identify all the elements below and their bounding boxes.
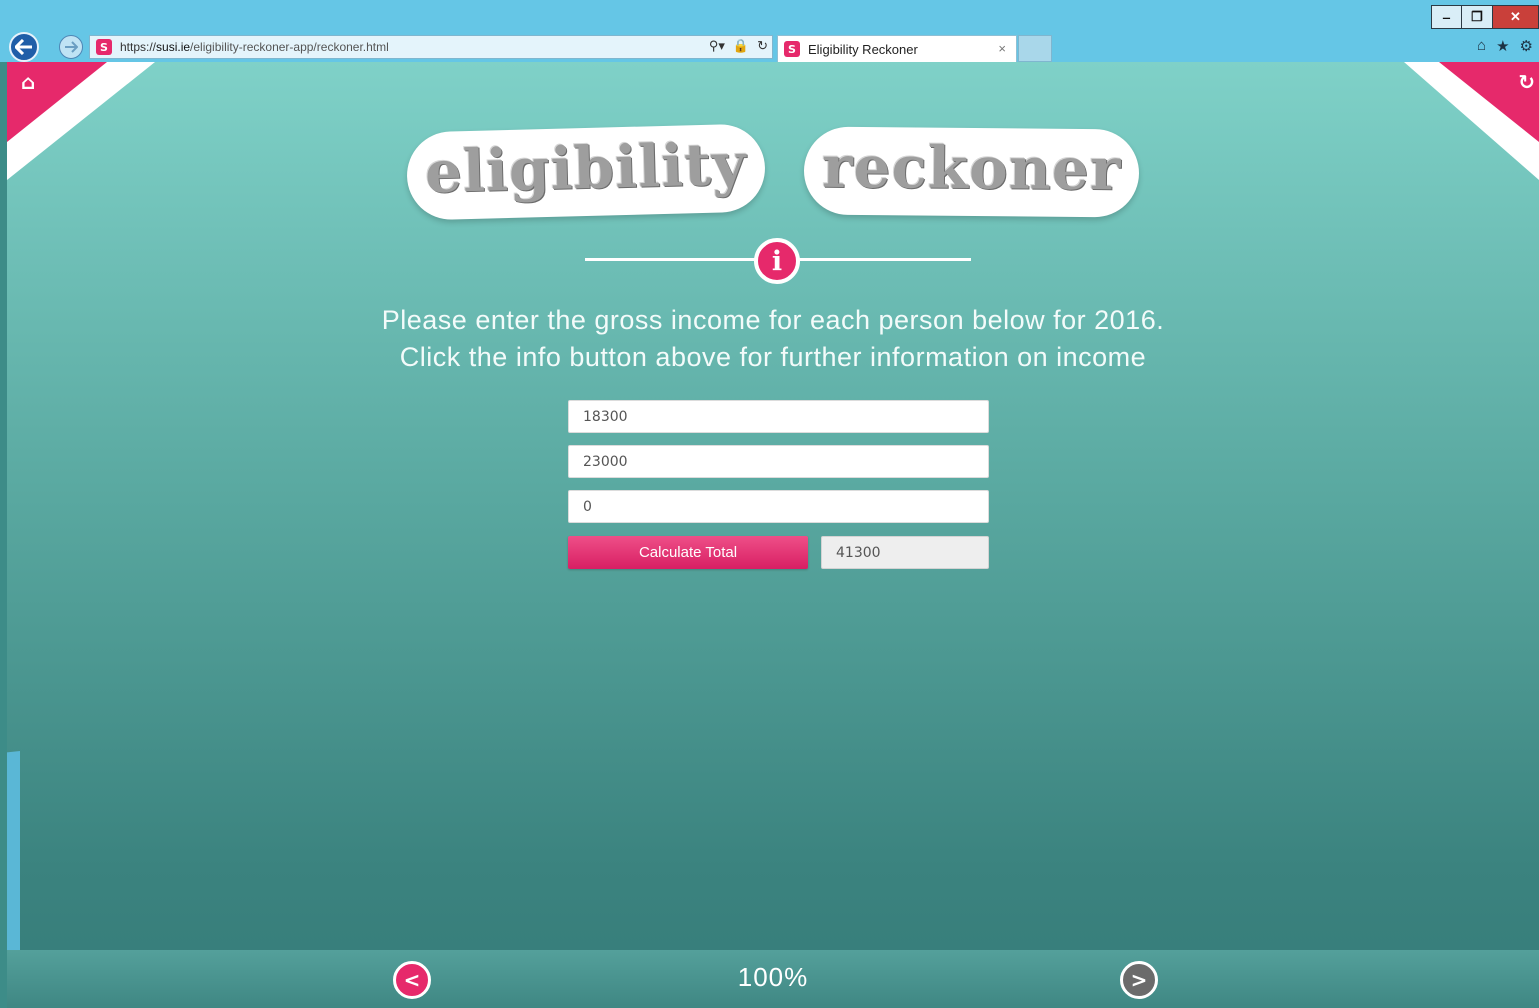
browser-chrome: ‒ ❐ ✕ S https://susi.ie/eligibility-reck… <box>0 0 1539 62</box>
url-host: susi.ie <box>156 40 191 54</box>
logo-word-reckoner: reckoner <box>803 126 1140 218</box>
search-dropdown-icon[interactable]: ⚲▾ <box>709 38 725 54</box>
total-output: 41300 <box>821 536 989 569</box>
instructions: Please enter the gross income for each p… <box>7 302 1539 376</box>
logo-word-eligibility: eligibility <box>405 123 766 221</box>
window-controls: ‒ ❐ ✕ <box>1431 5 1539 29</box>
close-window-button[interactable]: ✕ <box>1493 5 1539 29</box>
arrow-right-icon <box>65 41 78 53</box>
instructions-line-2: Click the info button above for further … <box>399 342 1147 372</box>
arrow-left-icon <box>15 39 32 55</box>
refresh-icon[interactable]: ↻ <box>757 38 768 54</box>
progress-percent: 100% <box>737 962 809 992</box>
minimize-button[interactable]: ‒ <box>1431 5 1462 29</box>
next-button[interactable]: > <box>1120 961 1158 999</box>
home-icon[interactable]: ⌂ <box>1477 37 1486 55</box>
tab-eligibility-reckoner[interactable]: S Eligibility Reckoner × <box>777 35 1017 62</box>
instructions-line-1: Please enter the gross income for each p… <box>381 305 1165 335</box>
address-bar[interactable]: S https://susi.ie/eligibility-reckoner-a… <box>89 35 773 59</box>
app-logo: eligibility reckoner <box>7 123 1539 221</box>
reckoner-page: ⌂ ↻ eligibility reckoner i Please enter … <box>7 62 1539 1008</box>
new-tab-button[interactable] <box>1018 35 1052 62</box>
tab-title: Eligibility Reckoner <box>808 41 918 57</box>
calculate-total-button[interactable]: Calculate Total <box>568 536 808 569</box>
restore-button[interactable]: ❐ <box>1462 5 1493 29</box>
favorites-icon[interactable]: ★ <box>1496 37 1509 55</box>
tab-favicon-icon: S <box>784 41 800 57</box>
url-text[interactable]: https://susi.ie/eligibility-reckoner-app… <box>120 40 389 54</box>
address-tools: ⚲▾ 🔒 ↻ <box>709 38 768 54</box>
url-path: /eligibility-reckoner-app/reckoner.html <box>190 40 389 54</box>
income-field-3[interactable]: 0 <box>568 490 989 523</box>
browser-toolbar-icons: ⌂ ★ ⚙ <box>1477 37 1533 55</box>
back-button[interactable] <box>9 32 39 62</box>
lock-icon[interactable]: 🔒 <box>733 38 749 54</box>
progress-footer: < 100% > <box>7 950 1539 1008</box>
forward-button[interactable] <box>59 35 83 59</box>
income-field-2[interactable]: 23000 <box>568 445 989 478</box>
income-field-1[interactable]: 18300 <box>568 400 989 433</box>
tab-close-icon[interactable]: × <box>998 41 1006 56</box>
url-scheme: https:// <box>120 40 157 54</box>
info-button[interactable]: i <box>754 238 800 284</box>
site-favicon-icon: S <box>96 39 112 55</box>
reset-corner-icon[interactable]: ↻ <box>1518 70 1535 94</box>
home-corner-icon[interactable]: ⌂ <box>21 70 35 94</box>
settings-icon[interactable]: ⚙ <box>1520 37 1533 55</box>
